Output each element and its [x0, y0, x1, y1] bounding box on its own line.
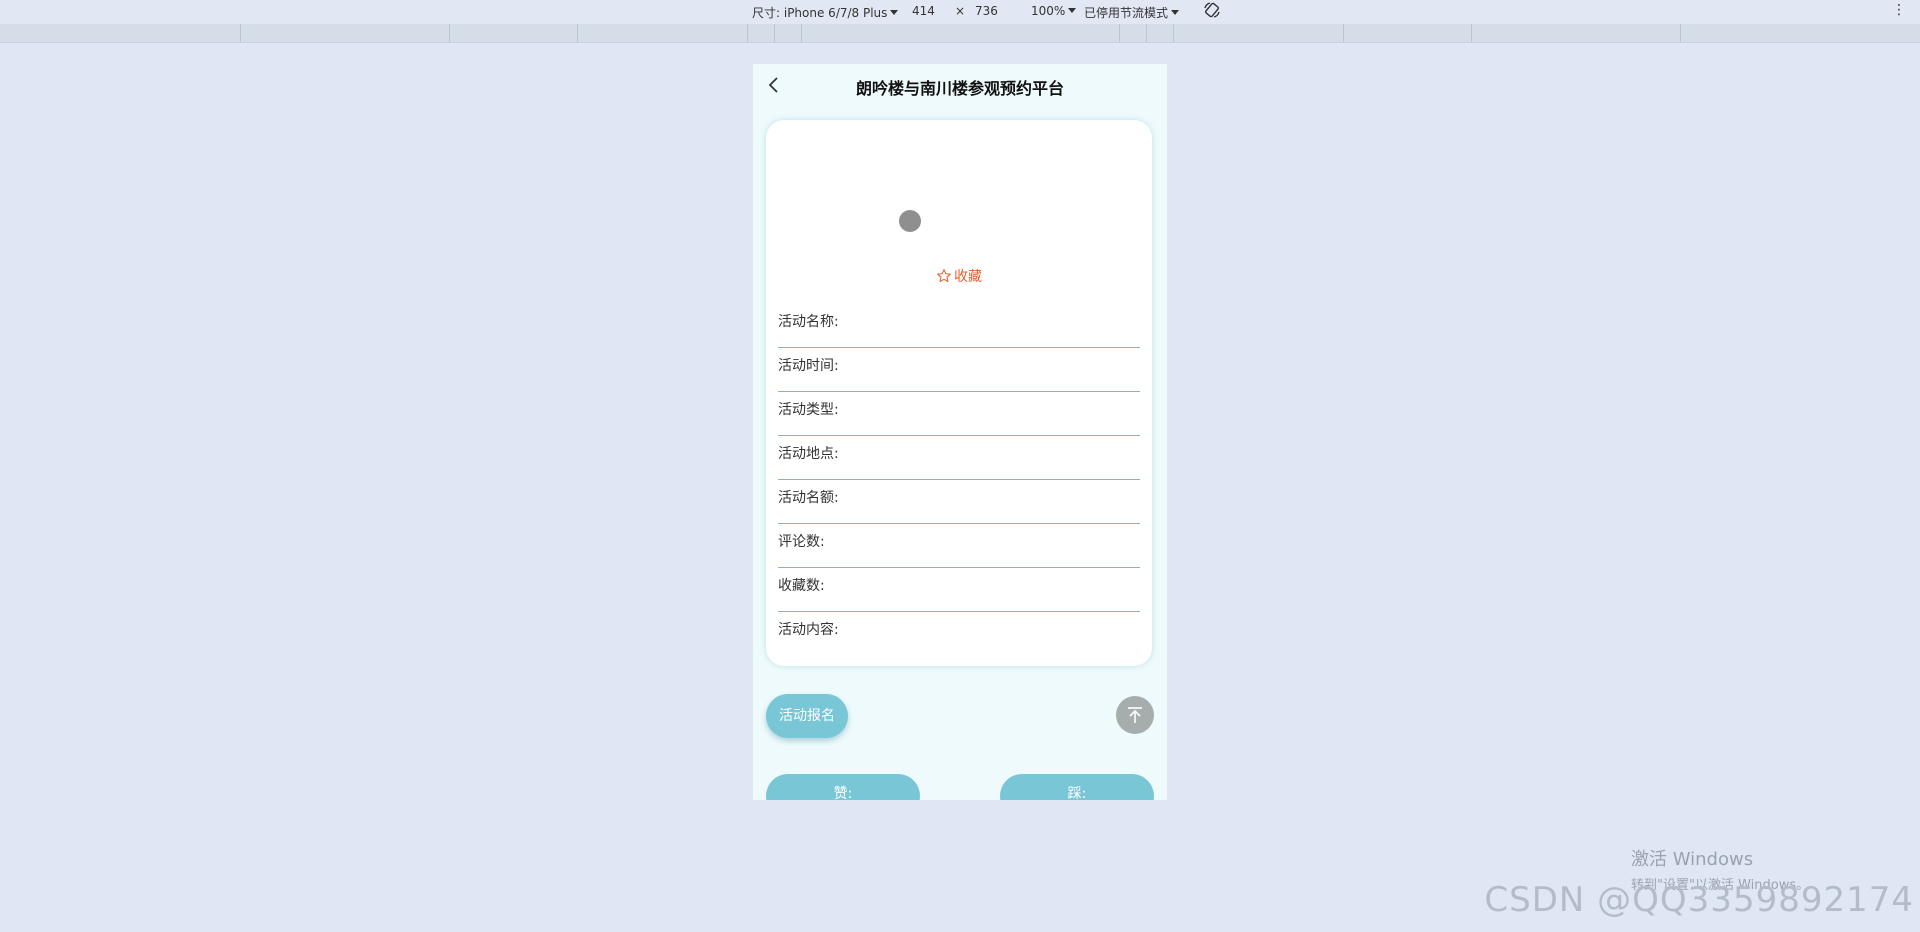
signup-button[interactable]: 活动报名 [766, 694, 848, 738]
activity-image-carousel[interactable] [766, 120, 1152, 250]
activity-info-list: 活动名称: 活动时间: 活动类型: 活动地点: 活动名额: 评论数: 收藏数: … [778, 304, 1140, 656]
chevron-down-icon [1171, 10, 1180, 15]
field-favorite-count: 收藏数: [778, 568, 1140, 612]
zoom-select[interactable]: 100% [1031, 4, 1077, 18]
carousel-indicator[interactable] [899, 210, 921, 232]
field-comment-count: 评论数: [778, 524, 1140, 568]
chevron-down-icon [890, 10, 899, 15]
device-select[interactable]: 尺寸: iPhone 6/7/8 Plus [752, 4, 899, 21]
chevron-down-icon [1068, 8, 1077, 13]
throttle-select[interactable]: 已停用节流模式 [1084, 4, 1180, 21]
field-activity-content: 活动内容: [778, 622, 839, 638]
width-input[interactable]: 414 [912, 4, 935, 18]
like-button[interactable]: 赞: [766, 774, 920, 800]
page-title: 朗吟楼与南川楼参观预约平台 [855, 79, 1064, 98]
favorite-button[interactable]: 收藏 [766, 266, 1152, 286]
field-activity-quota: 活动名额: [778, 480, 1140, 524]
field-activity-location: 活动地点: [778, 436, 1140, 480]
ruler-tick [1119, 24, 1120, 42]
dislike-button[interactable]: 踩: [1000, 774, 1154, 800]
throttle-label: 已停用节流模式 [1084, 6, 1169, 20]
ruler-tick [577, 24, 578, 42]
star-icon [937, 269, 951, 283]
device-select-label: 尺寸: iPhone 6/7/8 Plus [752, 6, 888, 20]
media-query-ruler [0, 24, 1920, 43]
devtools-device-toolbar: 尺寸: iPhone 6/7/8 Plus 414 × 736 100% 已停用… [0, 0, 1920, 24]
favorite-label: 收藏 [954, 269, 982, 285]
dimension-separator: × [955, 4, 966, 18]
ruler-tick [1173, 24, 1174, 42]
more-options-icon[interactable]: ⋮ [1892, 2, 1906, 18]
rotate-icon[interactable] [1203, 1, 1221, 22]
back-to-top-button[interactable] [1116, 696, 1154, 734]
ruler-tick [774, 24, 775, 42]
phone-viewport: 朗吟楼与南川楼参观预约平台 收藏 活动名称: 活动时间: 活动类型: 活动地点:… [753, 64, 1167, 800]
height-input[interactable]: 736 [975, 4, 998, 18]
field-activity-time: 活动时间: [778, 348, 1140, 392]
ruler-tick [1146, 24, 1147, 42]
csdn-watermark: CSDN @QQ3359892174 [1484, 880, 1914, 920]
ruler-tick [240, 24, 241, 42]
ruler-tick [1680, 24, 1681, 42]
nav-bar: 朗吟楼与南川楼参观预约平台 [753, 64, 1167, 108]
ruler-tick [747, 24, 748, 42]
ruler-tick [449, 24, 450, 42]
ruler-tick [1471, 24, 1472, 42]
arrow-up-icon [1128, 707, 1142, 723]
activity-detail-card: 收藏 活动名称: 活动时间: 活动类型: 活动地点: 活动名额: 评论数: 收藏… [766, 120, 1152, 666]
ruler-tick [801, 24, 802, 42]
field-activity-name: 活动名称: [778, 304, 1140, 348]
activate-title: 激活 Windows [1631, 849, 1754, 870]
field-activity-type: 活动类型: [778, 392, 1140, 436]
ruler-tick [1343, 24, 1344, 42]
zoom-label: 100% [1031, 4, 1066, 18]
